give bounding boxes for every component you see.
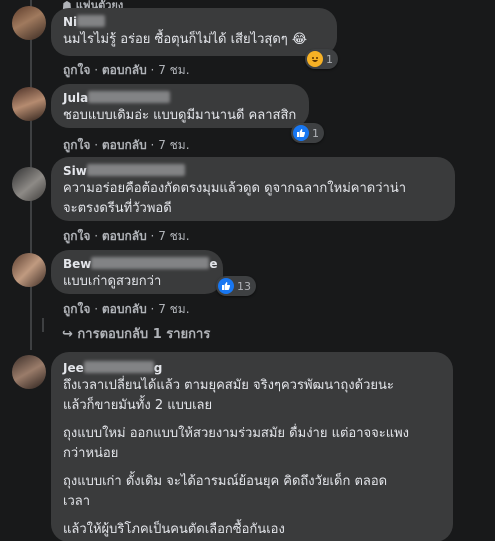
timestamp[interactable]: 7 ชม.: [158, 138, 189, 152]
reply-link[interactable]: ตอบกลับ: [102, 229, 147, 243]
reply-connector: [42, 318, 44, 332]
avatar[interactable]: [12, 355, 46, 389]
comment-text: นมไรไม่รู้ อร่อย ซื้อตุนก็ไม่ได้ เสียไวส…: [63, 32, 308, 47]
comment-bubble: Jula ชอบแบบเดิมอ่ะ แบบดูมีมานานดี คลาสสิ…: [51, 84, 309, 128]
comment-text: ความอร่อยคือต้องกัดตรงมุมแล้วดูด ดูจากฉล…: [63, 181, 407, 196]
comment-actions: ถูกใจ · ตอบกลับ · 7 ชม.: [63, 229, 190, 243]
comment-text: จะตรงดรีนที่วัวพอดี: [63, 201, 172, 216]
comment-bubble: Ni นมไรไม่รู้ อร่อย ซื้อตุนก็ไม่ได้ เสีย…: [51, 8, 337, 56]
reply-arrow-icon: ↪: [62, 327, 78, 342]
reply-link[interactable]: ตอบกลับ: [102, 63, 147, 77]
reaction-count[interactable]: 13: [216, 276, 256, 296]
like-icon: [293, 125, 309, 141]
commenter-name[interactable]: Jee g: [63, 360, 441, 376]
comment-text: ถุงแบบเก่า ดั้งเดิม จะได้อารมณ์ย้อนยุค ค…: [63, 474, 388, 489]
comment-text: ชอบแบบเดิมอ่ะ แบบดูมีมานานดี คลาสสิก: [63, 108, 297, 123]
reaction-count[interactable]: 1: [291, 123, 324, 143]
avatar[interactable]: [12, 87, 46, 121]
avatar[interactable]: [12, 6, 46, 40]
avatar[interactable]: [12, 253, 46, 287]
like-link[interactable]: ถูกใจ: [63, 302, 90, 316]
comment-text: เวลา: [63, 494, 91, 509]
haha-icon: [307, 51, 323, 67]
comment-text: กว่าหน่อย: [63, 446, 119, 461]
reaction-count[interactable]: 1: [305, 49, 338, 69]
timestamp[interactable]: 7 ชม.: [158, 63, 189, 77]
comment-bubble: Bew e แบบเก่าดูสวยกว่า: [51, 250, 223, 294]
comment-text: แล้วให้ผู้บริโภคเป็นคนตัดเลือกซื้อกันเอง: [63, 522, 285, 537]
commenter-name[interactable]: Siw: [63, 163, 443, 179]
comment-text: แบบเก่าดูสวยกว่า: [63, 274, 162, 289]
like-icon: [218, 278, 234, 294]
comment-bubble: Siw ความอร่อยคือต้องกัดตรงมุมแล้วดูด ดูจ…: [51, 157, 455, 221]
timestamp[interactable]: 7 ชม.: [158, 302, 189, 316]
view-replies-link[interactable]: ↪ การตอบกลับ 1 รายการ: [62, 323, 210, 344]
commenter-name[interactable]: Bew e: [63, 256, 218, 272]
like-link[interactable]: ถูกใจ: [63, 229, 90, 243]
reply-link[interactable]: ตอบกลับ: [102, 302, 147, 316]
comment-actions: ถูกใจ · ตอบกลับ · 7 ชม.: [63, 63, 190, 77]
comment-bubble: Jee g ถึงเวลาเปลี่ยนได้แล้ว ตามยุคสมัย จร…: [51, 352, 453, 541]
like-link[interactable]: ถูกใจ: [63, 138, 90, 152]
comment-text: ถึงเวลาเปลี่ยนได้แล้ว ตามยุคสมัย จริงๆคว…: [63, 378, 394, 393]
timestamp[interactable]: 7 ชม.: [158, 229, 189, 243]
like-link[interactable]: ถูกใจ: [63, 63, 90, 77]
comment-actions: ถูกใจ · ตอบกลับ · 7 ชม.: [63, 302, 190, 316]
reply-link[interactable]: ตอบกลับ: [102, 138, 147, 152]
commenter-name[interactable]: Jula: [63, 90, 297, 106]
avatar[interactable]: [12, 167, 46, 201]
comment-text: แล้วก็ขายมันทั้ง 2 แบบเลย: [63, 398, 213, 413]
comment-actions: ถูกใจ · ตอบกลับ · 7 ชม.: [63, 138, 190, 152]
comment-text: ถุงแบบใหม่ ออกแบบให้สวยงามร่วมสมัย ดื่มง…: [63, 426, 410, 441]
commenter-name[interactable]: Ni: [63, 14, 325, 30]
